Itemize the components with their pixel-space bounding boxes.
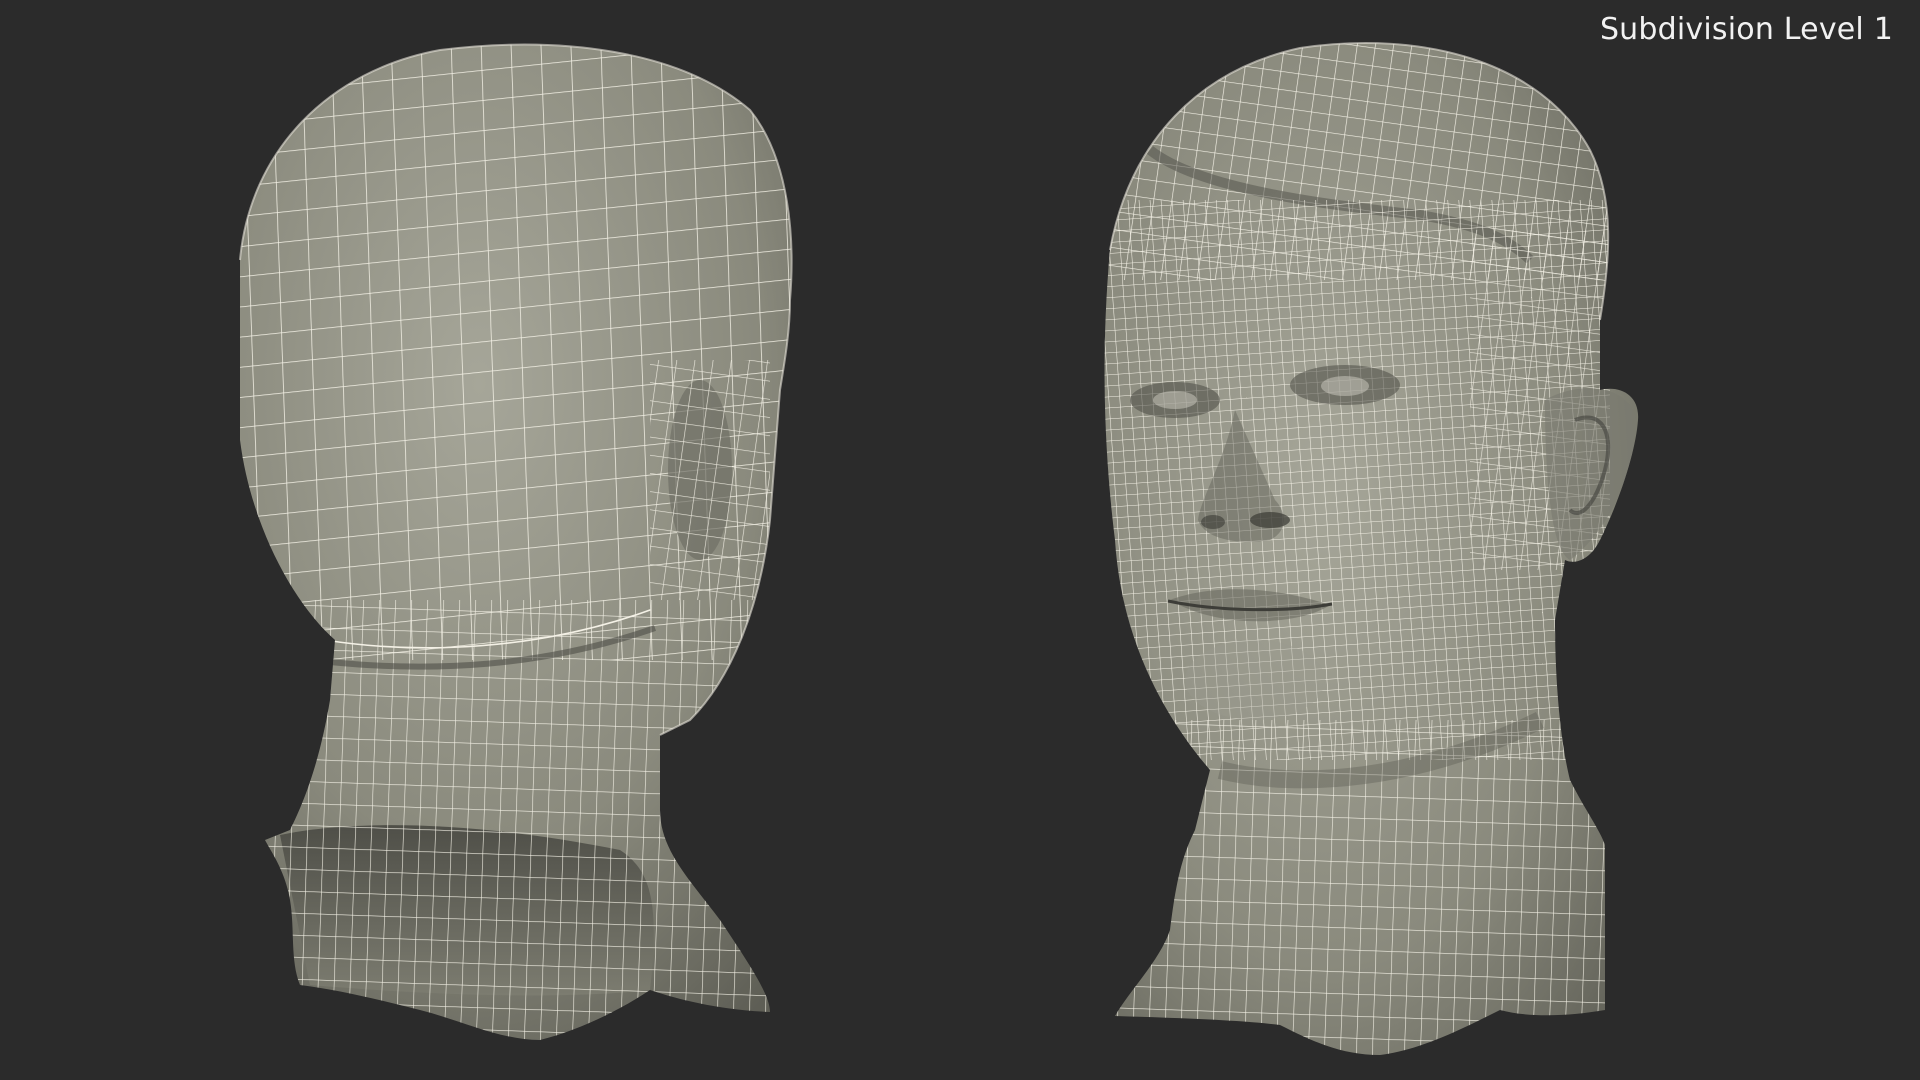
head-model-front-view <box>1104 42 1639 1056</box>
head-model-back-view <box>239 43 793 1041</box>
render-canvas <box>239 42 1639 1056</box>
render-viewport: Subdivision Level 1 <box>0 0 1920 1080</box>
subdivision-level-label: Subdivision Level 1 <box>1599 12 1893 47</box>
